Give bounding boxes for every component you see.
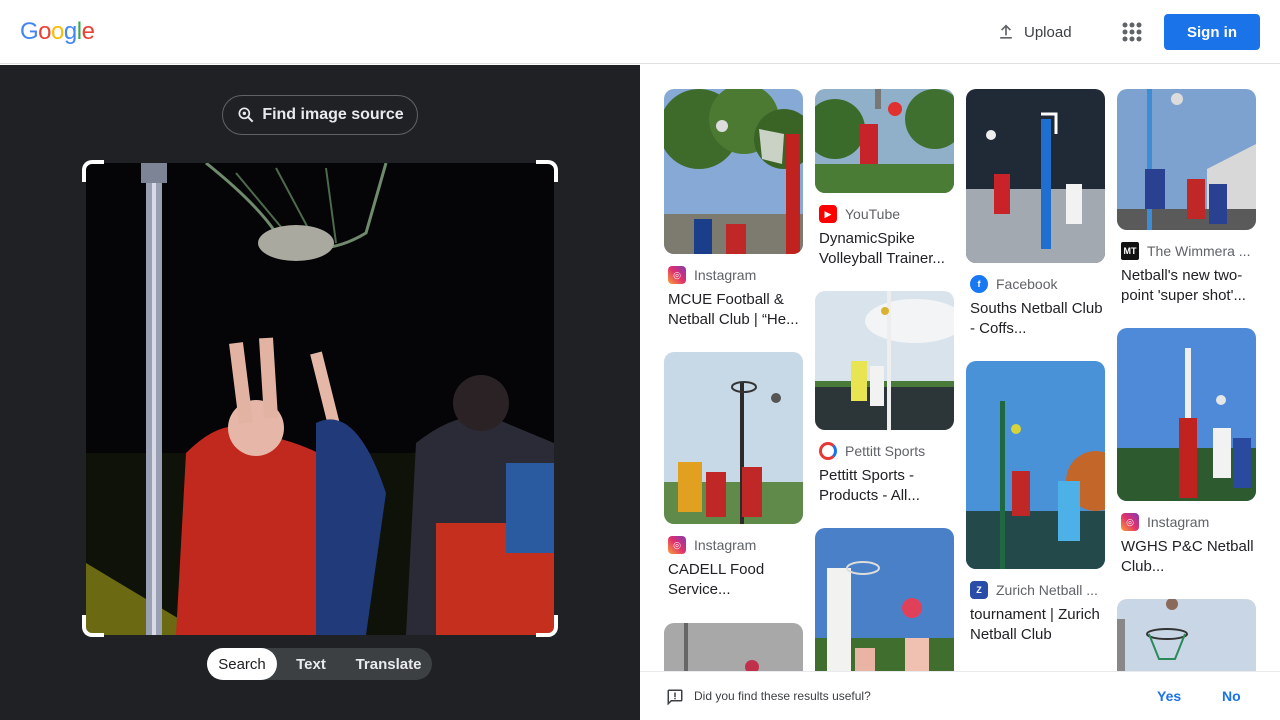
mode-text-tab[interactable]: Text [277, 648, 345, 680]
result-thumbnail[interactable] [815, 528, 954, 671]
result-card[interactable]: Z Zurich Netball ... tournament | Zurich… [966, 361, 1105, 645]
result-source-name: Instagram [1147, 514, 1210, 530]
facebook-icon: f [970, 275, 988, 293]
result-source-name: Facebook [996, 276, 1058, 292]
logo-letter: g [63, 18, 77, 45]
feedback-bar: Did you find these results useful? Yes N… [640, 671, 1280, 720]
upload-icon [1000, 24, 1012, 39]
logo-letter: e [81, 18, 95, 45]
result-source: ◎ Instagram [664, 536, 803, 554]
result-card[interactable]: MT The Wimmera ... Netball's new two-poi… [1117, 89, 1256, 306]
result-thumbnail[interactable] [966, 89, 1105, 263]
result-title[interactable]: Pettitt Sports - Products - All... [815, 466, 954, 506]
crop-corner-bottom-left[interactable] [82, 615, 104, 637]
wimmera-mt-icon: MT [1121, 242, 1139, 260]
result-source-name: Instagram [694, 267, 757, 283]
feedback-yes-button[interactable]: Yes [1157, 688, 1181, 704]
result-source: Z Zurich Netball ... [966, 581, 1105, 599]
mode-translate-tab[interactable]: Translate [345, 648, 432, 680]
mode-search-tab[interactable]: Search [207, 648, 277, 680]
result-thumbnail[interactable] [815, 89, 954, 193]
result-card[interactable]: ◎ Instagram WGHS P&C Netball Club... [1117, 328, 1256, 577]
find-image-source-label: Find image source [262, 106, 404, 123]
result-thumbnail[interactable] [966, 361, 1105, 569]
result-thumbnail[interactable] [664, 89, 803, 254]
zurich-icon: Z [970, 581, 988, 599]
pettitt-icon [819, 442, 837, 460]
result-card[interactable]: Pettitt Sports Pettitt Sports - Products… [815, 291, 954, 506]
instagram-icon: ◎ [668, 536, 686, 554]
apps-grid-icon[interactable] [1118, 18, 1146, 46]
result-title[interactable]: tournament | Zurich Netball Club [966, 605, 1105, 645]
result-source: ◎ Instagram [664, 266, 803, 284]
result-title[interactable]: WGHS P&C Netball Club... [1117, 537, 1256, 577]
result-source: ▶ YouTube [815, 205, 954, 223]
result-source: ◎ Instagram [1117, 513, 1256, 531]
result-title[interactable]: CADELL Food Service... [664, 560, 803, 600]
result-title[interactable]: Netball's new two-point 'super shot'... [1117, 266, 1256, 306]
instagram-icon: ◎ [1121, 513, 1139, 531]
result-source-name: The Wimmera ... [1147, 243, 1251, 259]
upload-label: Upload [1024, 23, 1072, 41]
visual-matches: ◎ Instagram MCUE Football & Netball Club… [640, 65, 1280, 671]
result-card[interactable]: ▶ YouTube DynamicSpike Volleyball Traine… [815, 89, 954, 269]
result-card[interactable]: f Facebook Souths Netball Club - Coffs..… [966, 89, 1105, 339]
feedback-icon [667, 689, 683, 706]
result-thumbnail[interactable] [1117, 599, 1256, 671]
result-thumbnail[interactable] [1117, 328, 1256, 501]
result-thumbnail[interactable] [815, 291, 954, 430]
instagram-icon: ◎ [668, 266, 686, 284]
feedback-question: Did you find these results useful? [694, 689, 871, 703]
result-source-name: YouTube [845, 206, 901, 222]
logo-letter: o [38, 18, 52, 45]
result-card[interactable] [1117, 599, 1256, 671]
lens-search-icon [238, 107, 254, 123]
result-title[interactable]: Souths Netball Club - Coffs... [966, 299, 1105, 339]
query-image-pane: Find image source Search Text Translate [0, 65, 640, 720]
crop-corner-top-right[interactable] [536, 160, 558, 182]
upload-button[interactable]: Upload [988, 16, 1080, 48]
result-card[interactable]: ◎ Instagram MCUE Football & Netball Club… [664, 89, 803, 330]
result-title[interactable]: DynamicSpike Volleyball Trainer... [815, 229, 954, 269]
query-photo [86, 163, 554, 635]
crop-corner-bottom-right[interactable] [536, 615, 558, 637]
mode-selector: Search Text Translate [207, 648, 432, 680]
feedback-no-button[interactable]: No [1222, 688, 1241, 704]
crop-corner-top-left[interactable] [82, 160, 104, 182]
result-source-name: Pettitt Sports [845, 443, 926, 459]
logo-letter: o [51, 18, 64, 45]
find-image-source-button[interactable]: Find image source [222, 95, 418, 135]
result-source-name: Instagram [694, 537, 757, 553]
result-source-name: Zurich Netball ... [996, 582, 1098, 598]
result-thumbnail[interactable] [664, 623, 803, 671]
result-thumbnail[interactable] [1117, 89, 1256, 230]
result-card[interactable] [815, 528, 954, 671]
sign-in-button[interactable]: Sign in [1164, 14, 1260, 50]
result-card[interactable] [664, 623, 803, 671]
google-logo[interactable]: Google [20, 18, 95, 46]
result-title[interactable]: MCUE Football & Netball Club | “He... [664, 290, 803, 330]
result-source: MT The Wimmera ... [1117, 242, 1256, 260]
result-card[interactable]: ◎ Instagram CADELL Food Service... [664, 352, 803, 600]
result-source: Pettitt Sports [815, 442, 954, 460]
top-bar: Google Upload Sign in [0, 0, 1280, 64]
result-thumbnail[interactable] [664, 352, 803, 524]
result-source: f Facebook [966, 275, 1105, 293]
youtube-icon: ▶ [819, 205, 837, 223]
logo-letter: G [20, 18, 39, 45]
